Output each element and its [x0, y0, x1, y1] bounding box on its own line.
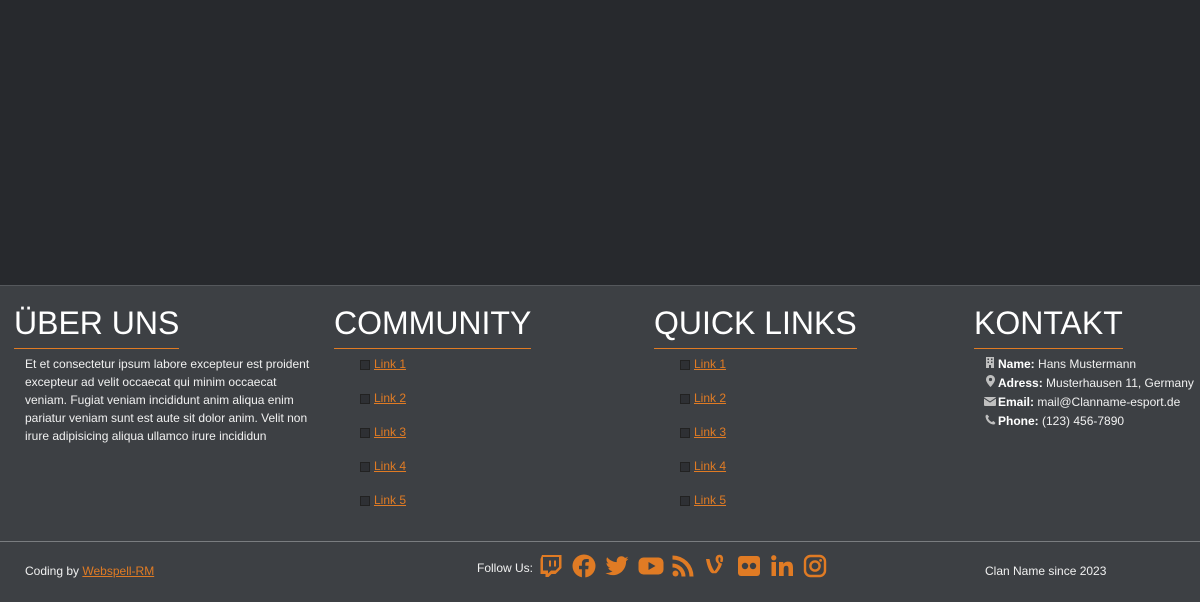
square-bullet-icon [680, 394, 690, 404]
about-section: ÜBER UNS Et et consectetur ipsum labore … [14, 306, 319, 445]
quick-link-1[interactable]: Link 1 [694, 355, 726, 373]
square-bullet-icon [680, 462, 690, 472]
list-item: Link 5 [360, 491, 634, 525]
quick-link-3[interactable]: Link 3 [694, 423, 726, 441]
quick-links-list: Link 1 Link 2 Link 3 Link 4 Link 5 [654, 349, 954, 525]
contact-email-value[interactable]: mail@Clanname-esport.de [1037, 395, 1180, 409]
square-bullet-icon [360, 496, 370, 506]
square-bullet-icon [680, 428, 690, 438]
contact-phone: Phone: (123) 456-7890 [984, 412, 1200, 431]
map-marker-icon [984, 375, 996, 393]
list-item: Link 4 [360, 457, 634, 491]
community-link-5[interactable]: Link 5 [374, 491, 406, 509]
about-title: ÜBER UNS [14, 306, 180, 349]
linkedin-icon[interactable] [770, 554, 794, 578]
coding-credit: Coding by Webspell-RM [25, 564, 154, 578]
footer-bottom-bar: Coding by Webspell-RM Follow Us: Clan Na… [0, 541, 1200, 602]
list-item: Link 3 [680, 423, 954, 457]
quick-links-title: QUICK LINKS [654, 306, 857, 349]
square-bullet-icon [680, 360, 690, 370]
quick-links-section: QUICK LINKS Link 1 Link 2 Link 3 Link 4 … [654, 306, 954, 525]
square-bullet-icon [360, 360, 370, 370]
contact-name-value: Hans Mustermann [1038, 357, 1137, 371]
contact-email-label: Email: [998, 395, 1035, 409]
footer: ÜBER UNS Et et consectetur ipsum labore … [0, 285, 1200, 602]
flickr-icon[interactable] [737, 554, 761, 578]
community-link-1[interactable]: Link 1 [374, 355, 406, 373]
list-item: Link 2 [680, 389, 954, 423]
community-title: COMMUNITY [334, 306, 532, 349]
square-bullet-icon [360, 428, 370, 438]
building-icon [984, 356, 996, 374]
rss-icon[interactable] [671, 554, 695, 578]
contact-address-label: Adress: [998, 376, 1043, 390]
square-bullet-icon [360, 462, 370, 472]
list-item: Link 3 [360, 423, 634, 457]
contact-title: KONTAKT [974, 306, 1123, 349]
list-item: Link 2 [360, 389, 634, 423]
follow-label: Follow Us: [477, 561, 534, 575]
contact-address: Adress: Musterhausen 11, Germany [984, 374, 1200, 393]
community-section: COMMUNITY Link 1 Link 2 Link 3 Link 4 Li… [334, 306, 634, 525]
community-link-3[interactable]: Link 3 [374, 423, 406, 441]
list-item: Link 4 [680, 457, 954, 491]
quick-link-5[interactable]: Link 5 [694, 491, 726, 509]
list-item: Link 5 [680, 491, 954, 525]
envelope-icon [983, 394, 997, 412]
contact-phone-label: Phone: [998, 414, 1039, 428]
page-content-area [0, 0, 1200, 285]
community-links: Link 1 Link 2 Link 3 Link 4 Link 5 [334, 349, 634, 525]
quick-link-2[interactable]: Link 2 [694, 389, 726, 407]
contact-list: Name: Hans Mustermann Adress: Musterhaus… [974, 349, 1200, 431]
quick-link-4[interactable]: Link 4 [694, 457, 726, 475]
square-bullet-icon [680, 496, 690, 506]
contact-name: Name: Hans Mustermann [984, 355, 1200, 374]
vine-icon[interactable] [704, 554, 728, 578]
instagram-icon[interactable] [803, 554, 827, 578]
twitch-icon[interactable] [539, 554, 563, 578]
community-link-4[interactable]: Link 4 [374, 457, 406, 475]
square-bullet-icon [360, 394, 370, 404]
list-item: Link 1 [360, 355, 634, 389]
contact-section: KONTAKT Name: Hans Mustermann Adress: Mu… [974, 306, 1200, 431]
phone-icon [984, 413, 996, 431]
social-follow: Follow Us: [477, 554, 836, 578]
list-item: Link 1 [680, 355, 954, 389]
contact-email: Email: mail@Clanname-esport.de [983, 393, 1200, 412]
twitter-icon[interactable] [605, 554, 629, 578]
contact-phone-value: (123) 456-7890 [1042, 414, 1125, 428]
coding-prefix: Coding by [25, 564, 80, 578]
about-text: Et et consectetur ipsum labore excepteur… [25, 357, 310, 443]
community-link-2[interactable]: Link 2 [374, 389, 406, 407]
youtube-icon[interactable] [638, 554, 664, 578]
contact-address-value: Musterhausen 11, Germany [1046, 376, 1194, 390]
contact-name-label: Name: [998, 357, 1035, 371]
facebook-icon[interactable] [572, 554, 596, 578]
copyright-text: Clan Name since 2023 [985, 564, 1107, 578]
webspell-link[interactable]: Webspell-RM [82, 564, 154, 578]
